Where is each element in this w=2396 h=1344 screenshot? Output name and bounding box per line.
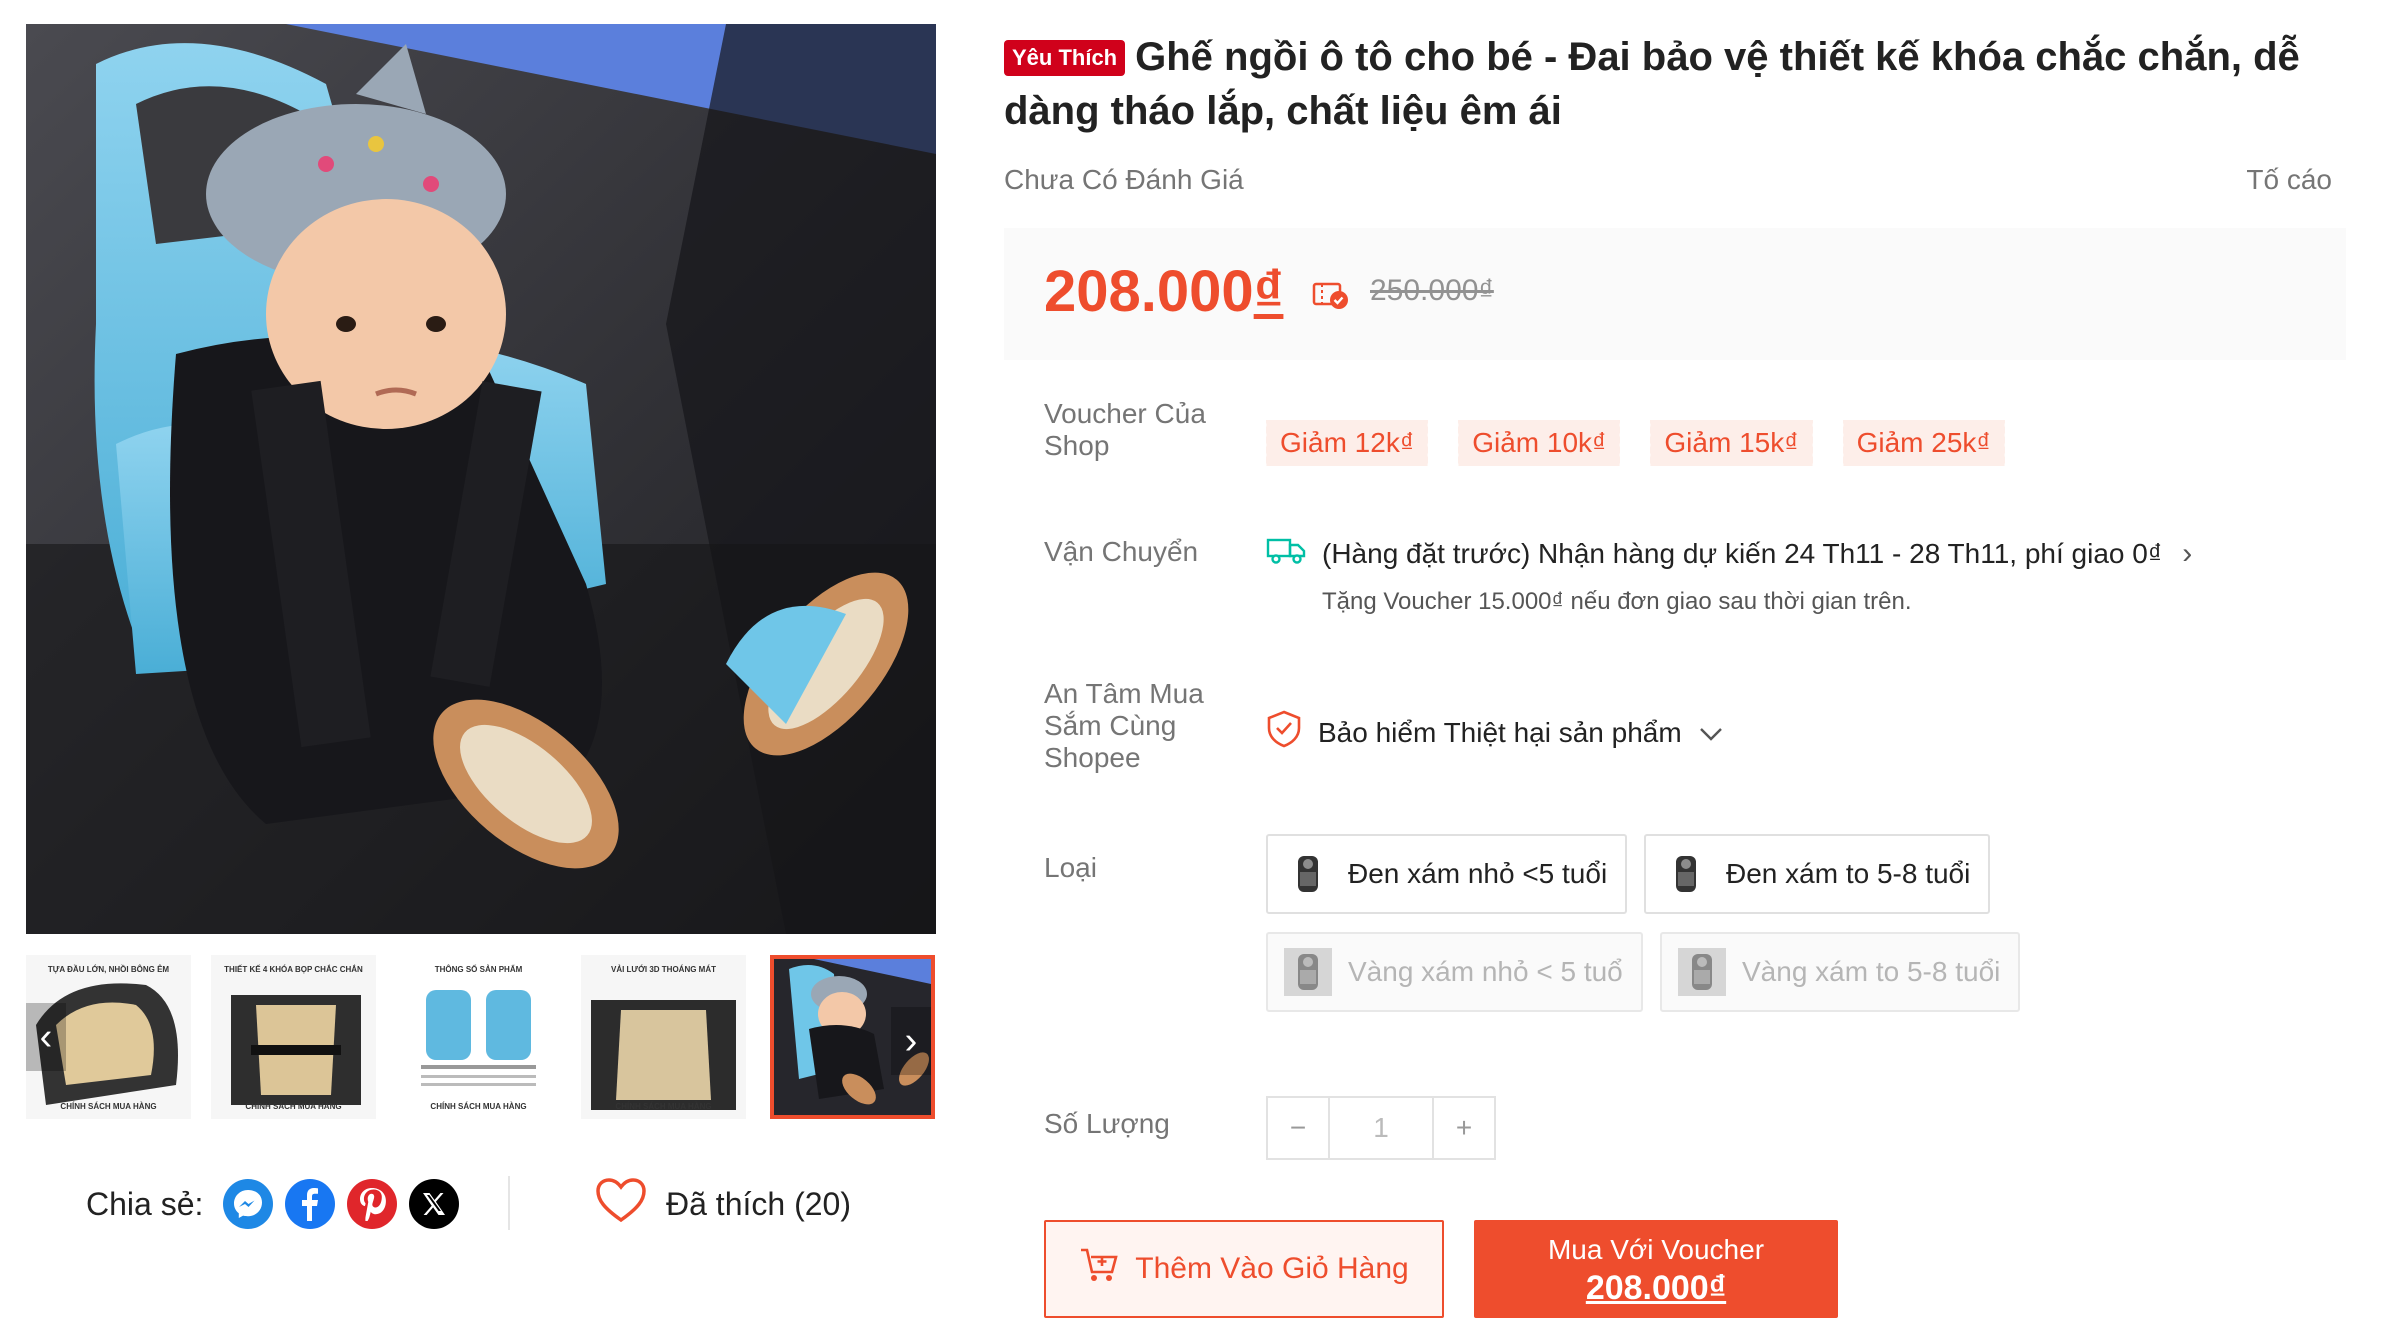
variant-label: Loại [1044, 852, 1097, 883]
delivery-truck-icon [1266, 536, 1306, 571]
thumbnail-1[interactable]: TỰA ĐẦU LỚN, NHỒI BÔNG ÊM CHÍNH SÁCH MUA… [26, 955, 191, 1119]
share-label: Chia sẻ: [86, 1185, 204, 1222]
thumbnail-3[interactable]: THÔNG SỐ SẢN PHẨM CHÍNH SÁCH MUA HÀNG [396, 955, 561, 1119]
main-product-image[interactable] [26, 24, 936, 934]
voucher-chip[interactable]: Giảm 10k₫ [1455, 420, 1624, 466]
pinterest-icon[interactable] [347, 1179, 398, 1229]
quantity-input[interactable]: 1 [1330, 1096, 1432, 1160]
share-bar: Chia sẻ: [86, 1172, 460, 1236]
shipping-subtext: Tặng Voucher 15.000₫ nếu đơn giao sau th… [1322, 588, 1912, 615]
shipping-text: (Hàng đặt trước) Nhận hàng dự kiến 24 Th… [1322, 537, 2163, 569]
thumbnail-caption-top: THÔNG SỐ SẢN PHẨM [434, 965, 523, 974]
rating-text[interactable]: Chưa Có Đánh Giá [1004, 164, 1244, 196]
voucher-chip[interactable]: Giảm 15k₫ [1647, 420, 1816, 466]
variant-option-label: Vàng xám to 5-8 tuổi [1742, 956, 2001, 987]
thumbnail-4[interactable]: VẢI LƯỚI 3D THOÁNG MÁT CHÍNH SÁCH MUA HÀ… [581, 955, 746, 1119]
voucher-tag-icon[interactable] [1312, 280, 1350, 310]
like-button[interactable]: Đã thích (20) [596, 1176, 851, 1232]
thumbnail-5-active[interactable]: › [770, 955, 935, 1119]
thumbnail-caption-bottom: CHÍNH SÁCH MUA HÀNG [615, 1102, 712, 1111]
assurance-label: An Tâm Mua Sắm Cùng Shopee [1044, 678, 1204, 773]
buy-button-price: 208.000₫ [1585, 1269, 1727, 1307]
shipping-info[interactable]: (Hàng đặt trước) Nhận hàng dự kiến 24 Th… [1266, 536, 2192, 571]
variant-option-label: Vàng xám nhỏ < 5 tuổ [1348, 956, 1623, 987]
currency-symbol: ₫ [1253, 259, 1284, 324]
thumbnail-strip: TỰA ĐẦU LỚN, NHỒI BÔNG ÊM CHÍNH SÁCH MUA… [26, 955, 936, 1119]
thumbnail-image [581, 955, 746, 1119]
variant-thumbnail [1284, 850, 1332, 898]
voucher-chip[interactable]: Giảm 12k₫ [1262, 420, 1432, 466]
like-count-label: Đã thích (20) [666, 1185, 851, 1222]
current-price-value: 208.000 [1044, 259, 1254, 324]
product-title-block: Yêu Thích Ghế ngồi ô tô cho bé - Đai bảo … [1004, 30, 2334, 138]
cart-add-icon [1079, 1246, 1119, 1292]
quantity-stepper: − 1 + [1266, 1096, 1496, 1160]
price-box: 208.000₫ 250.000₫ [1004, 228, 2346, 360]
report-link[interactable]: Tố cáo [2246, 164, 2332, 196]
thumbnail-image [211, 955, 376, 1119]
heart-icon [596, 1178, 646, 1230]
variant-option-label: Đen xám to 5-8 tuổi [1726, 858, 1971, 889]
add-to-cart-label: Thêm Vào Giỏ Hàng [1135, 1252, 1409, 1285]
thumbnail-caption-top: THIẾT KẾ 4 KHÓA BỌP CHẮC CHẮN [224, 965, 363, 974]
variant-thumbnail [1678, 948, 1726, 996]
variant-option[interactable]: Đen xám nhỏ <5 tuổi [1266, 834, 1628, 914]
buy-button-label: Mua Với Voucher [1547, 1234, 1765, 1265]
shipping-label: Vận Chuyển [1044, 536, 1199, 567]
messenger-icon[interactable] [223, 1179, 274, 1229]
quantity-increase-button[interactable]: + [1432, 1096, 1496, 1160]
product-photo [26, 24, 936, 934]
x-icon[interactable] [409, 1179, 460, 1229]
variant-thumbnail [1284, 948, 1332, 996]
variant-option[interactable]: Đen xám to 5-8 tuổi [1644, 834, 1991, 914]
divider [508, 1176, 510, 1230]
product-title: Ghế ngồi ô tô cho bé - Đai bảo vệ thiết … [1004, 35, 2300, 133]
thumbnail-caption-bottom: CHÍNH SÁCH MUA HÀNG [245, 1102, 342, 1111]
favorite-badge: Yêu Thích [1004, 40, 1126, 76]
voucher-chip[interactable]: Giảm 25k₫ [1839, 420, 2009, 466]
thumbnail-caption-top: VẢI LƯỚI 3D THOÁNG MÁT [610, 965, 716, 974]
variant-option-label: Đen xám nhỏ <5 tuổi [1348, 858, 1608, 889]
chevron-right-icon[interactable]: › [891, 1007, 931, 1075]
thumbnail-caption-top: TỰA ĐẦU LỚN, NHỒI BÔNG ÊM [47, 965, 170, 974]
original-price: 250.000₫ [1370, 274, 1494, 307]
shield-check-icon [1266, 710, 1302, 755]
add-to-cart-button[interactable]: Thêm Vào Giỏ Hàng [1044, 1220, 1444, 1318]
facebook-icon[interactable] [285, 1179, 336, 1229]
voucher-list: Giảm 12k₫ Giảm 10k₫ Giảm 15k₫ Giảm 25k₫ [1262, 420, 2009, 466]
assurance-text: Bảo hiểm Thiệt hại sản phẩm [1318, 716, 1682, 748]
thumbnail-caption-bottom: CHÍNH SÁCH MUA HÀNG [60, 1102, 157, 1111]
thumbnail-2[interactable]: THIẾT KẾ 4 KHÓA BỌP CHẮC CHẮN CHÍNH SÁCH… [211, 955, 376, 1119]
quantity-label: Số Lượng [1044, 1108, 1170, 1139]
chevron-down-icon[interactable] [1698, 717, 1724, 749]
buy-with-voucher-button[interactable]: Mua Với Voucher 208.000₫ [1474, 1220, 1838, 1318]
variant-option-disabled: Vàng xám to 5-8 tuổi [1660, 932, 2021, 1012]
thumbnail-image [396, 955, 561, 1119]
chevron-left-icon[interactable]: ‹ [26, 1003, 66, 1071]
quantity-decrease-button[interactable]: − [1266, 1096, 1330, 1160]
voucher-label: Voucher Của Shop [1044, 398, 1206, 461]
current-price: 208.000₫ [1044, 258, 1283, 325]
assurance-info[interactable]: Bảo hiểm Thiệt hại sản phẩm [1266, 710, 1724, 755]
chevron-right-icon[interactable]: › [2182, 537, 2192, 571]
variant-thumbnail [1662, 850, 1710, 898]
thumbnail-caption-bottom: CHÍNH SÁCH MUA HÀNG [430, 1102, 527, 1111]
variant-option-disabled: Vàng xám nhỏ < 5 tuổ [1266, 932, 1643, 1012]
